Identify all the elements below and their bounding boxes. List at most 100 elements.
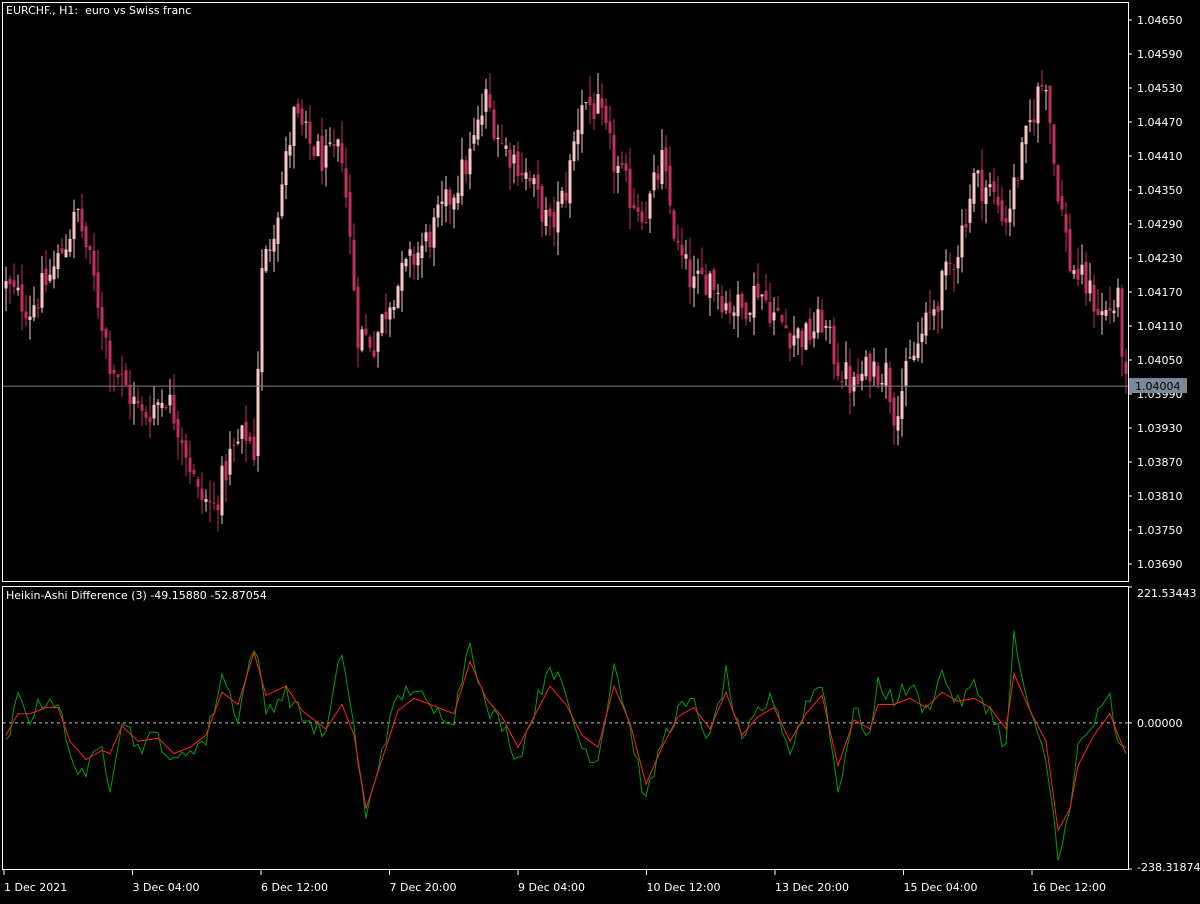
candle-body bbox=[956, 257, 960, 269]
candle-body bbox=[344, 168, 348, 198]
candle-body bbox=[892, 397, 896, 426]
candle bbox=[828, 320, 832, 345]
candle bbox=[748, 312, 752, 323]
candle bbox=[432, 208, 436, 267]
candle-body bbox=[520, 172, 524, 176]
candle bbox=[488, 73, 492, 112]
candle-body bbox=[132, 396, 136, 404]
candle bbox=[1040, 70, 1044, 93]
candle-body bbox=[48, 274, 52, 281]
candle-body bbox=[1116, 287, 1120, 308]
candle-body bbox=[844, 362, 848, 380]
candle bbox=[824, 320, 828, 341]
candle-body bbox=[280, 184, 284, 217]
candle-body bbox=[800, 330, 804, 348]
candle-body bbox=[136, 400, 140, 404]
candle-body bbox=[384, 312, 388, 320]
candle bbox=[260, 249, 264, 391]
candle bbox=[64, 234, 68, 258]
candle bbox=[108, 330, 112, 393]
candle-body bbox=[896, 416, 900, 431]
candle bbox=[196, 476, 200, 499]
candle bbox=[408, 241, 412, 278]
candle bbox=[348, 174, 352, 255]
candle-body bbox=[456, 192, 460, 204]
candle-body bbox=[572, 141, 576, 162]
candle-body bbox=[60, 248, 64, 254]
candle-body bbox=[496, 137, 500, 140]
candle-body bbox=[1008, 208, 1012, 223]
candle-body bbox=[652, 172, 656, 191]
candle-body bbox=[220, 465, 224, 516]
candle-body bbox=[52, 266, 56, 280]
candle bbox=[1012, 164, 1016, 227]
candle-body bbox=[600, 98, 604, 108]
candle bbox=[416, 241, 420, 280]
candle bbox=[144, 406, 148, 426]
candle bbox=[60, 238, 64, 254]
candle bbox=[52, 250, 56, 289]
main-chart-title: EURCHF., H1: euro vs Swiss franc bbox=[6, 4, 192, 17]
candle bbox=[604, 97, 608, 130]
candle-body bbox=[480, 115, 484, 125]
candle bbox=[960, 209, 964, 273]
candle bbox=[544, 197, 548, 236]
price-tick-label: 1.03810 bbox=[1137, 490, 1183, 503]
candle-body bbox=[208, 501, 212, 503]
candle bbox=[536, 160, 540, 209]
candle bbox=[360, 325, 364, 353]
candle bbox=[892, 392, 896, 445]
candle bbox=[560, 187, 564, 208]
price-tick-label: 1.04170 bbox=[1137, 286, 1183, 299]
candle bbox=[952, 264, 956, 292]
chart-window[interactable]: 1.04650 1.04590 1.04530 1.04470 1.04410 1.043… bbox=[0, 0, 1200, 900]
candle-body bbox=[580, 105, 584, 135]
candle bbox=[176, 410, 180, 460]
candle-body bbox=[100, 307, 104, 331]
candle-body bbox=[868, 353, 872, 382]
candle bbox=[772, 297, 776, 336]
candle-body bbox=[248, 436, 252, 442]
candle-body bbox=[988, 184, 992, 188]
candle-body bbox=[200, 488, 204, 501]
candle-body bbox=[224, 461, 228, 481]
candle bbox=[1104, 300, 1108, 321]
candle-body bbox=[276, 217, 280, 245]
candle-body bbox=[764, 290, 768, 301]
candle bbox=[948, 252, 952, 276]
chart-canvas[interactable]: 1.04650 1.04590 1.04530 1.04470 1.04410 1.043… bbox=[0, 0, 1200, 900]
candle bbox=[216, 495, 220, 532]
candle bbox=[496, 124, 500, 158]
candle-body bbox=[716, 292, 720, 294]
candle bbox=[848, 348, 852, 415]
candle-body bbox=[396, 286, 400, 308]
candle-body bbox=[332, 144, 336, 147]
candle-body bbox=[4, 281, 8, 289]
candle bbox=[304, 110, 308, 139]
candle-body bbox=[832, 325, 836, 365]
candle bbox=[532, 174, 536, 198]
candle bbox=[972, 168, 976, 213]
candle bbox=[1116, 278, 1120, 318]
candle bbox=[632, 187, 636, 210]
candle bbox=[548, 203, 552, 236]
candle-body bbox=[780, 314, 784, 322]
candle-body bbox=[980, 169, 984, 202]
candle bbox=[124, 363, 128, 386]
candle bbox=[652, 154, 656, 198]
candle bbox=[744, 301, 748, 326]
candle-body bbox=[672, 210, 676, 239]
candle bbox=[864, 349, 868, 381]
candle bbox=[676, 224, 680, 251]
candle-body bbox=[176, 419, 180, 438]
candle bbox=[796, 326, 800, 355]
candle-body bbox=[636, 207, 640, 212]
candle bbox=[552, 196, 556, 247]
candle bbox=[1108, 286, 1112, 325]
candle-body bbox=[548, 208, 552, 217]
candle bbox=[780, 314, 784, 325]
candle-body bbox=[664, 147, 668, 172]
candle-body bbox=[500, 143, 504, 145]
candle bbox=[624, 153, 628, 183]
candle bbox=[980, 149, 984, 221]
